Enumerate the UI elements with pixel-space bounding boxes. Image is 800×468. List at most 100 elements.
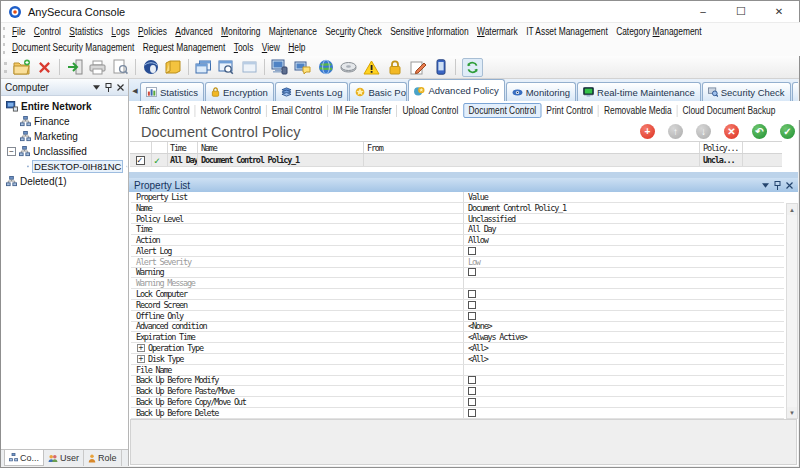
- pin-icon[interactable]: [105, 83, 112, 92]
- tree-item-entire-network[interactable]: Entire Network: [1, 99, 128, 114]
- property-row-offline-only[interactable]: Offline Only: [131, 311, 784, 322]
- subtab-im-file-transfer[interactable]: IM File Transfer: [328, 104, 396, 117]
- record-screen-checkbox[interactable]: [468, 301, 476, 309]
- delete-icon[interactable]: [33, 57, 56, 77]
- property-row-policy-level[interactable]: Policy Level Unclassified: [131, 214, 784, 225]
- menu-watermark[interactable]: Watermark: [473, 23, 522, 40]
- mobile-icon[interactable]: [429, 57, 452, 77]
- tree-item-unclassified[interactable]: − Unclassified: [1, 144, 128, 159]
- apply-button[interactable]: ✓: [780, 124, 795, 139]
- property-scrollbar[interactable]: ▲ ▼: [786, 203, 798, 419]
- import-icon[interactable]: [63, 57, 86, 77]
- tab-encryption[interactable]: Encryption: [205, 82, 274, 101]
- menu-request-management[interactable]: Request Management: [138, 40, 229, 55]
- property-row-alert-log[interactable]: Alert Log: [131, 246, 784, 257]
- backup-modify-checkbox[interactable]: [468, 376, 476, 384]
- move-up-button[interactable]: ↑: [668, 124, 683, 139]
- print-icon[interactable]: [86, 57, 109, 77]
- globe-icon[interactable]: [314, 57, 337, 77]
- edit-icon[interactable]: [406, 57, 429, 77]
- tab-se-truncated[interactable]: Se...: [792, 82, 798, 101]
- tree-item-marketing[interactable]: Marketing: [1, 129, 128, 144]
- property-row-name[interactable]: Name Document Control Policy_1: [131, 203, 784, 214]
- tab-computer[interactable]: Co...: [4, 450, 44, 466]
- expand-icon[interactable]: +: [137, 344, 145, 352]
- menu-control[interactable]: Control: [30, 23, 65, 40]
- menu-view[interactable]: View: [258, 40, 284, 55]
- subtab-cloud-document-backup[interactable]: Cloud Document Backup: [677, 104, 780, 117]
- disk-icon[interactable]: [337, 57, 360, 77]
- copy-window-icon[interactable]: [192, 57, 215, 77]
- tab-advanced-policy[interactable]: Advanced Policy: [408, 79, 504, 101]
- network-sphere-icon[interactable]: [139, 57, 162, 77]
- new-policy-icon[interactable]: [10, 57, 33, 77]
- search-window-icon[interactable]: [215, 57, 238, 77]
- expand-icon[interactable]: +: [137, 355, 145, 363]
- subtab-network-control[interactable]: Network Control: [196, 104, 266, 117]
- menu-logs[interactable]: Logs: [107, 23, 134, 40]
- tab-statistics[interactable]: Statistics: [140, 82, 204, 101]
- warning-checkbox[interactable]: [468, 268, 476, 276]
- scroll-up-icon[interactable]: ▲: [787, 204, 797, 215]
- warning-icon[interactable]: [360, 57, 383, 77]
- delete-policy-button[interactable]: ✕: [724, 124, 739, 139]
- menu-statistics[interactable]: Statistics: [65, 23, 107, 40]
- undo-button[interactable]: ↶: [752, 124, 767, 139]
- backup-paste-checkbox[interactable]: [468, 387, 476, 395]
- menu-file[interactable]: File: [8, 23, 30, 40]
- subtab-removable-media[interactable]: Removable Media: [599, 104, 677, 117]
- tab-user[interactable]: User: [44, 450, 84, 466]
- subtab-document-control[interactable]: Document Control: [463, 103, 541, 118]
- menu-it-asset-management[interactable]: IT Asset Management: [522, 23, 612, 40]
- property-row-warning-message[interactable]: Warning Message: [131, 278, 784, 289]
- scroll-down-icon[interactable]: ▼: [787, 407, 797, 418]
- offline-only-checkbox[interactable]: [468, 312, 476, 320]
- subtab-traffic-control[interactable]: Traffic Control: [132, 104, 194, 117]
- menu-help[interactable]: Help: [284, 40, 310, 55]
- menu-policies[interactable]: Policies: [134, 23, 171, 40]
- backup-copy-checkbox[interactable]: [468, 398, 476, 406]
- property-row-time[interactable]: Time All Day: [131, 224, 784, 235]
- move-down-button[interactable]: ↓: [696, 124, 711, 139]
- close-button[interactable]: ✕: [760, 1, 798, 22]
- tab-monitoring[interactable]: Monitoring: [506, 82, 576, 101]
- tab-scroll-left-icon[interactable]: ◀: [130, 83, 140, 99]
- property-row-warning[interactable]: Warning: [131, 268, 784, 279]
- notes-icon[interactable]: [162, 57, 185, 77]
- chevron-down-icon[interactable]: [762, 183, 769, 188]
- property-row-backup-before-delete[interactable]: Back Up Before Delete: [131, 408, 784, 419]
- close-panel-icon[interactable]: [117, 84, 124, 91]
- computer-icon[interactable]: [268, 57, 291, 77]
- tab-realtime-maintenance[interactable]: Real-time Maintenance: [577, 82, 701, 101]
- menu-monitoring[interactable]: Monitoring: [217, 23, 265, 40]
- property-row-backup-before-copy-move-out[interactable]: Back Up Before Copy/Move Out: [131, 397, 784, 408]
- maximize-button[interactable]: ☐: [722, 1, 760, 22]
- property-row-advanced-condition[interactable]: Advanced condition <None>: [131, 322, 784, 333]
- add-policy-button[interactable]: +: [640, 124, 655, 139]
- menu-tools[interactable]: Tools: [230, 40, 258, 55]
- subtab-print-control[interactable]: Print Control: [541, 104, 598, 117]
- chevron-down-icon[interactable]: [93, 85, 100, 90]
- property-row-expiration-time[interactable]: Expiration Time <Always Active>: [131, 332, 784, 343]
- menu-document-security-management[interactable]: Document Security Management: [8, 40, 139, 55]
- lock-icon[interactable]: [383, 57, 406, 77]
- tab-basic-policy[interactable]: Basic Policy: [349, 82, 407, 101]
- minimize-button[interactable]: –: [684, 1, 722, 22]
- backup-delete-checkbox[interactable]: [468, 409, 476, 417]
- collapse-icon[interactable]: −: [7, 147, 16, 156]
- refresh-icon[interactable]: [462, 58, 483, 77]
- subtab-upload-control[interactable]: Upload Control: [397, 104, 463, 117]
- lock-computer-checkbox[interactable]: [468, 290, 476, 298]
- tab-role[interactable]: Role: [84, 450, 122, 466]
- alert-log-checkbox[interactable]: [468, 247, 476, 255]
- tree-item-desktop[interactable]: DESKTOP-0IH81NC: [1, 159, 128, 174]
- tab-security-check[interactable]: Security Check: [702, 82, 791, 101]
- pin-icon[interactable]: [774, 181, 781, 190]
- tab-events-log[interactable]: Events Log: [275, 82, 349, 101]
- tree-item-finance[interactable]: Finance: [1, 114, 128, 129]
- policy-row[interactable]: ✓ All Day Document Control Policy_1 Uncl…: [130, 154, 782, 167]
- menu-category-management[interactable]: Category Management: [612, 23, 706, 40]
- property-row-action[interactable]: Action Allow: [131, 235, 784, 246]
- property-row-record-screen[interactable]: Record Screen: [131, 300, 784, 311]
- property-row-disk-type[interactable]: +Disk Type <All>: [131, 354, 784, 365]
